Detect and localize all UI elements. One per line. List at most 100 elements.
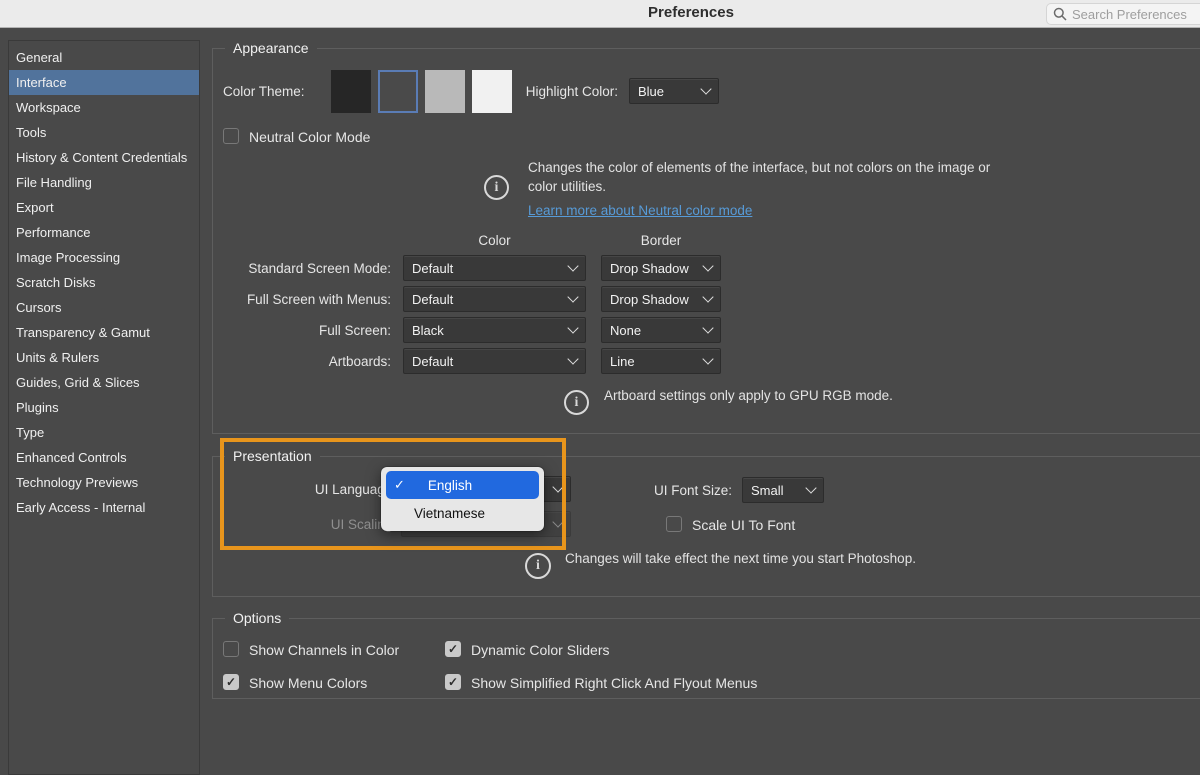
- search-icon: [1053, 7, 1067, 21]
- neutral-color-mode-checkbox[interactable]: ✓: [223, 128, 239, 144]
- sidebar-item-enhanced-controls[interactable]: Enhanced Controls: [9, 445, 199, 470]
- presentation-legend: Presentation: [225, 448, 320, 464]
- chevron-down-icon: [567, 322, 578, 333]
- sidebar-item-scratch-disks[interactable]: Scratch Disks: [9, 270, 199, 295]
- select-value: None: [610, 323, 641, 338]
- presentation-section: Presentation UI Language: UI Scaling: ✓ …: [212, 456, 1200, 597]
- select-value: Drop Shadow: [610, 292, 689, 307]
- select-value: Line: [610, 354, 635, 369]
- color-theme-swatches: [331, 70, 512, 113]
- artboards-label: Artboards:: [213, 354, 391, 369]
- highlight-color-value: Blue: [638, 84, 664, 99]
- scale-ui-to-font-checkbox[interactable]: ✓: [666, 516, 682, 532]
- full-screen-with-menus-label: Full Screen with Menus:: [213, 292, 391, 307]
- select-value: Default: [412, 261, 453, 276]
- page-title: Preferences: [561, 4, 821, 21]
- sidebar-item-workspace[interactable]: Workspace: [9, 95, 199, 120]
- full-screen-color-select[interactable]: Black: [403, 317, 586, 343]
- dynamic-color-sliders-checkbox[interactable]: ✓: [445, 641, 461, 657]
- sidebar-item-image-processing[interactable]: Image Processing: [9, 245, 199, 270]
- menu-item-english[interactable]: ✓ English: [386, 471, 539, 499]
- checkmark-icon: ✓: [394, 477, 405, 493]
- sidebar-item-performance[interactable]: Performance: [9, 220, 199, 245]
- appearance-section: Appearance Color Theme: Highlight Color:…: [212, 48, 1200, 434]
- sidebar-item-units-rulers[interactable]: Units & Rulers: [9, 345, 199, 370]
- sidebar-item-guides-grid-slices[interactable]: Guides, Grid & Slices: [9, 370, 199, 395]
- sidebar-item-transparency-gamut[interactable]: Transparency & Gamut: [9, 320, 199, 345]
- search-placeholder: Search Preferences: [1072, 7, 1187, 22]
- options-section: Options ✓ Show Channels in Color ✓ Dynam…: [212, 618, 1200, 699]
- show-channels-in-color-checkbox[interactable]: ✓: [223, 641, 239, 657]
- column-header-color: Color: [403, 233, 586, 248]
- search-input[interactable]: Search Preferences: [1046, 3, 1200, 25]
- menu-item-vietnamese[interactable]: Vietnamese: [381, 499, 544, 527]
- standard-screen-mode-border-select[interactable]: Drop Shadow: [601, 255, 721, 281]
- neutral-color-mode-label: Neutral Color Mode: [249, 129, 370, 145]
- full-screen-with-menus-border-select[interactable]: Drop Shadow: [601, 286, 721, 312]
- chevron-down-icon: [702, 291, 713, 302]
- artboards-border-select[interactable]: Line: [601, 348, 721, 374]
- sidebar-item-cursors[interactable]: Cursors: [9, 295, 199, 320]
- chevron-down-icon: [700, 83, 711, 94]
- sidebar-item-general[interactable]: General: [9, 45, 199, 70]
- theme-swatch-dark-selected[interactable]: [378, 70, 418, 113]
- sidebar-item-type[interactable]: Type: [9, 420, 199, 445]
- theme-swatch-light[interactable]: [425, 70, 465, 113]
- info-icon: i: [484, 175, 509, 200]
- ui-language-label: UI Language:: [213, 482, 396, 497]
- show-channels-in-color-label: Show Channels in Color: [249, 642, 399, 658]
- theme-swatch-darkest[interactable]: [331, 70, 371, 113]
- info-icon: i: [525, 553, 551, 579]
- select-value: Default: [412, 354, 453, 369]
- preferences-category-list: General Interface Workspace Tools Histor…: [8, 40, 200, 775]
- ui-font-size-label: UI Font Size:: [613, 483, 732, 498]
- select-value: Small: [751, 483, 784, 498]
- dynamic-color-sliders-label: Dynamic Color Sliders: [471, 642, 609, 658]
- interface-color-info: Changes the color of elements of the int…: [528, 158, 1016, 196]
- chevron-down-icon: [567, 291, 578, 302]
- select-value: Black: [412, 323, 444, 338]
- sidebar-item-technology-previews[interactable]: Technology Previews: [9, 470, 199, 495]
- ui-language-popup-menu: ✓ English Vietnamese: [381, 467, 544, 531]
- column-header-border: Border: [601, 233, 721, 248]
- full-screen-with-menus-color-select[interactable]: Default: [403, 286, 586, 312]
- chevron-down-icon: [552, 516, 563, 527]
- options-legend: Options: [225, 610, 289, 626]
- theme-swatch-lightest[interactable]: [472, 70, 512, 113]
- ui-scaling-label: UI Scaling:: [213, 517, 396, 532]
- menu-item-label: Vietnamese: [414, 506, 485, 521]
- scale-ui-to-font-label: Scale UI To Font: [692, 517, 795, 533]
- chevron-down-icon: [567, 260, 578, 271]
- show-simplified-right-click-label: Show Simplified Right Click And Flyout M…: [471, 675, 757, 691]
- appearance-legend: Appearance: [225, 40, 317, 56]
- chevron-down-icon: [805, 482, 816, 493]
- artboard-info: Artboard settings only apply to GPU RGB …: [604, 386, 893, 405]
- neutral-color-mode-link[interactable]: Learn more about Neutral color mode: [528, 203, 752, 218]
- standard-screen-mode-label: Standard Screen Mode:: [213, 261, 391, 276]
- sidebar-item-plugins[interactable]: Plugins: [9, 395, 199, 420]
- sidebar-item-export[interactable]: Export: [9, 195, 199, 220]
- show-menu-colors-label: Show Menu Colors: [249, 675, 367, 691]
- full-screen-border-select[interactable]: None: [601, 317, 721, 343]
- full-screen-label: Full Screen:: [213, 323, 391, 338]
- menu-item-label: English: [428, 478, 472, 493]
- sidebar-item-tools[interactable]: Tools: [9, 120, 199, 145]
- sidebar-item-early-access-internal[interactable]: Early Access - Internal: [9, 495, 199, 520]
- highlight-color-label: Highlight Color:: [508, 84, 618, 99]
- artboards-color-select[interactable]: Default: [403, 348, 586, 374]
- highlight-color-select[interactable]: Blue: [629, 78, 719, 104]
- select-value: Default: [412, 292, 453, 307]
- sidebar-item-file-handling[interactable]: File Handling: [9, 170, 199, 195]
- show-simplified-right-click-checkbox[interactable]: ✓: [445, 674, 461, 690]
- sidebar-item-interface[interactable]: Interface: [9, 70, 199, 95]
- chevron-down-icon: [702, 322, 713, 333]
- show-menu-colors-checkbox[interactable]: ✓: [223, 674, 239, 690]
- standard-screen-mode-color-select[interactable]: Default: [403, 255, 586, 281]
- sidebar-item-history-content-credentials[interactable]: History & Content Credentials: [9, 145, 199, 170]
- restart-info: Changes will take effect the next time y…: [565, 549, 916, 568]
- chevron-down-icon: [702, 353, 713, 364]
- ui-font-size-select[interactable]: Small: [742, 477, 824, 503]
- color-theme-label: Color Theme:: [223, 84, 305, 99]
- titlebar: Preferences Search Preferences: [0, 0, 1200, 28]
- info-icon: i: [564, 390, 589, 415]
